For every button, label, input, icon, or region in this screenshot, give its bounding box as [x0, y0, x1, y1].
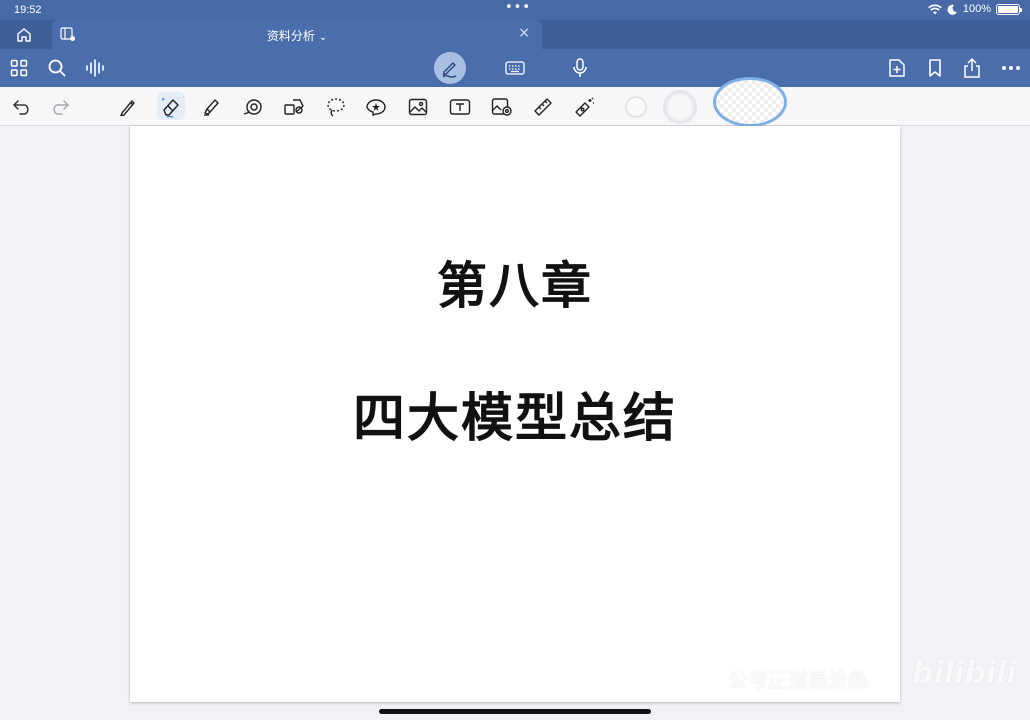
document-title-text: 资料分析	[266, 29, 315, 43]
color-swatch-1[interactable]	[625, 96, 647, 118]
undo-icon[interactable]	[11, 96, 33, 118]
search-icon[interactable]	[46, 57, 68, 79]
audio-waveform-icon[interactable]	[84, 57, 106, 79]
sticker-icon[interactable]	[365, 96, 387, 118]
chevron-down-icon: ⌄	[318, 32, 328, 43]
moon-icon	[947, 4, 957, 15]
home-indicator[interactable]	[379, 709, 651, 714]
add-page-icon[interactable]	[886, 57, 908, 79]
eraser-icon[interactable]	[160, 96, 182, 118]
microphone-icon[interactable]	[569, 57, 591, 79]
pen-mode-button[interactable]	[434, 52, 466, 84]
main-toolbar	[0, 49, 1030, 87]
redo-icon[interactable]	[49, 96, 71, 118]
pen-mode-icon	[442, 62, 457, 78]
size-swatch-selected[interactable]	[713, 77, 787, 127]
battery-icon	[996, 3, 1022, 15]
bilibili-logo: bilibili	[912, 656, 1017, 691]
lasso-icon[interactable]	[325, 96, 347, 118]
status-time: 19:52	[14, 4, 42, 16]
text-icon[interactable]	[449, 96, 471, 118]
battery-fill	[998, 5, 1018, 13]
element-icon[interactable]	[283, 96, 305, 118]
chapter-title: 第八章	[437, 257, 593, 315]
home-icon	[17, 28, 31, 42]
status-right: 100%	[928, 3, 1022, 15]
home-button[interactable]	[14, 26, 34, 44]
grid-icon[interactable]	[8, 57, 30, 79]
highlighter-icon[interactable]	[200, 96, 222, 118]
bookmark-icon[interactable]	[924, 57, 946, 79]
battery-percent: 100%	[962, 3, 991, 15]
status-bar: 19:52 ••• 100%	[0, 0, 1030, 20]
close-tab-button[interactable]: ×	[518, 25, 530, 41]
tab-bar: 资料分析 ⌄ ×	[0, 20, 1030, 49]
tools-toolbar	[0, 77, 1030, 127]
laser-pointer-icon[interactable]	[573, 96, 595, 118]
image-icon[interactable]	[407, 96, 429, 118]
page-subtitle: 四大模型总结	[352, 389, 677, 449]
color-swatch-2[interactable]	[663, 90, 697, 124]
camera-icon[interactable]	[491, 96, 513, 118]
watermark-text: 公考正道是沧桑	[728, 668, 868, 692]
document-title[interactable]: 资料分析 ⌄	[52, 27, 542, 44]
keyboard-icon[interactable]	[504, 57, 526, 79]
pen-icon[interactable]	[117, 96, 139, 118]
shape-icon[interactable]	[242, 96, 264, 118]
more-icon[interactable]	[1000, 57, 1022, 79]
ruler-icon[interactable]	[532, 96, 554, 118]
share-icon[interactable]	[961, 57, 983, 79]
note-page[interactable]: 第八章 四大模型总结	[130, 126, 900, 702]
canvas-area[interactable]: 第八章 四大模型总结	[0, 126, 1030, 720]
document-tab[interactable]: 资料分析 ⌄ ×	[52, 20, 542, 49]
multitask-dots[interactable]: •••	[505, 0, 531, 15]
wifi-icon	[928, 4, 942, 14]
